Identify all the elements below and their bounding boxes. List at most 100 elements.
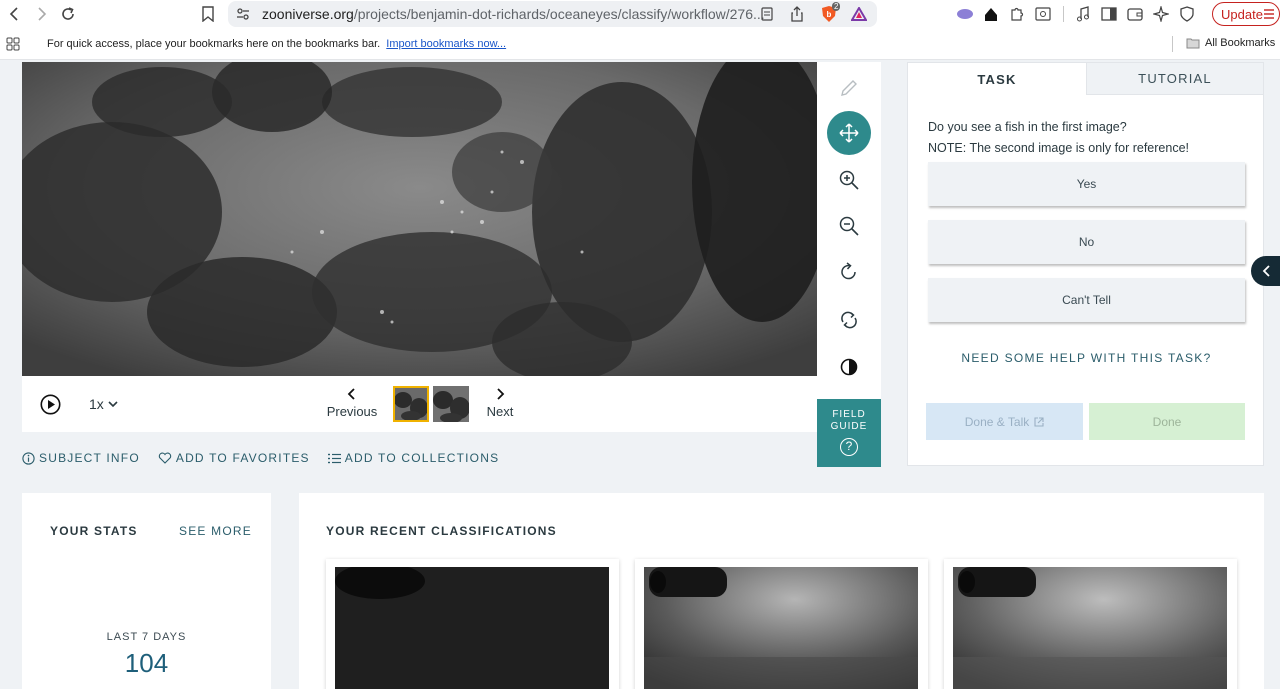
chevron-left-icon	[347, 388, 355, 400]
camera-seafloor-image	[953, 567, 1227, 689]
done-and-talk-button[interactable]: Done & Talk	[926, 403, 1083, 440]
apps-grid-icon[interactable]	[6, 37, 20, 51]
update-button[interactable]: Update	[1212, 2, 1280, 26]
rotate-button[interactable]	[827, 250, 871, 294]
annotate-pencil-button[interactable]	[827, 66, 871, 110]
back-arrow-icon	[9, 7, 18, 21]
external-link-icon	[1034, 416, 1044, 427]
back-button[interactable]	[4, 3, 26, 25]
recent-thumbnail	[953, 567, 1227, 689]
task-question: Do you see a fish in the first image? NO…	[928, 120, 1189, 155]
reader-mode-icon[interactable]	[758, 5, 776, 23]
ai-sparkle-icon[interactable]	[1151, 4, 1171, 24]
dark-seafloor-image	[335, 567, 609, 689]
recent-classification-item[interactable]	[326, 559, 619, 689]
answer-cant-tell-button[interactable]: Can't Tell	[928, 278, 1245, 322]
all-bookmarks-button[interactable]: All Bookmarks	[1172, 36, 1275, 52]
frame-thumbnail-2[interactable]	[433, 386, 469, 422]
extensions-area	[955, 3, 1197, 25]
forward-arrow-icon	[38, 7, 47, 21]
recent-classification-item[interactable]	[944, 559, 1237, 689]
rotate-icon	[841, 262, 856, 280]
address-bar[interactable]: zooniverse.org/projects/benjamin-dot-ric…	[228, 1, 877, 27]
frame-controls: 1x Previous Next	[22, 376, 817, 432]
import-bookmarks-link[interactable]: Import bookmarks now...	[386, 38, 506, 50]
add-to-collections-button[interactable]: ADD TO COLLECTIONS	[327, 451, 500, 465]
recent-title: YOUR RECENT CLASSIFICATIONS	[326, 524, 557, 538]
toolbar-divider	[1059, 4, 1067, 24]
recent-thumbnail	[644, 567, 918, 689]
camera-seafloor-image	[644, 567, 918, 689]
bookmarks-hint: For quick access, place your bookmarks h…	[47, 38, 507, 50]
sidebar-toggle-icon[interactable]	[1099, 4, 1119, 24]
contrast-icon	[840, 358, 858, 376]
subject-actions: SUBJECT INFO ADD TO FAVORITES ADD TO COL…	[22, 451, 499, 465]
move-arrows-icon	[839, 123, 859, 143]
folder-icon	[1186, 38, 1200, 49]
bookmark-icon	[202, 6, 214, 22]
zoom-in-button[interactable]	[827, 158, 871, 202]
screenshot-icon[interactable]	[1033, 4, 1053, 24]
forward-button[interactable]	[30, 3, 52, 25]
tab-task[interactable]: TASK	[908, 63, 1086, 95]
seafloor-photo	[22, 62, 817, 376]
next-frame-button[interactable]: Next	[480, 388, 520, 419]
add-to-favorites-button[interactable]: ADD TO FAVORITES	[158, 451, 310, 465]
answer-yes-button[interactable]: Yes	[928, 162, 1245, 206]
thumbnail-seafloor-image	[433, 386, 469, 422]
info-icon	[22, 451, 35, 465]
previous-frame-button[interactable]: Previous	[326, 388, 378, 419]
pencil-icon	[841, 80, 857, 96]
field-guide-button[interactable]: FIELD GUIDE ?	[817, 399, 881, 467]
wallet-icon[interactable]	[1125, 4, 1145, 24]
list-icon	[327, 453, 341, 463]
share-icon[interactable]	[788, 5, 806, 23]
subject-image[interactable]	[22, 62, 817, 376]
done-button[interactable]: Done	[1089, 403, 1245, 440]
leo-ai-icon[interactable]	[955, 4, 975, 24]
reload-button[interactable]	[57, 3, 79, 25]
brave-count-badge: 2	[832, 2, 841, 11]
help-question-icon: ?	[840, 438, 858, 456]
play-icon[interactable]	[40, 394, 61, 415]
extension-house-icon[interactable]	[981, 4, 1001, 24]
site-settings-icon[interactable]	[235, 6, 251, 22]
collapse-sidebar-button[interactable]	[1251, 256, 1280, 286]
reload-icon	[62, 7, 74, 20]
chevron-right-icon	[497, 388, 505, 400]
task-panel: TASK TUTORIAL Do you see a fish in the f…	[907, 62, 1264, 466]
image-toolbar	[817, 62, 881, 399]
answer-no-button[interactable]: No	[928, 220, 1245, 264]
reset-button[interactable]	[827, 298, 871, 342]
task-help-link[interactable]: NEED SOME HELP WITH THIS TASK?	[928, 351, 1245, 365]
svg-text:b: b	[827, 10, 832, 19]
zoom-out-button[interactable]	[827, 204, 871, 248]
chevron-down-icon	[108, 401, 118, 408]
playback-speed-select[interactable]: 1x	[89, 396, 118, 412]
stats-title: YOUR STATS	[50, 524, 138, 538]
reset-cycle-icon	[841, 311, 857, 329]
brave-rewards-icon[interactable]	[850, 5, 868, 23]
subject-info-button[interactable]: SUBJECT INFO	[22, 451, 140, 465]
browser-toolbar: zooniverse.org/projects/benjamin-dot-ric…	[0, 0, 1280, 29]
zoom-out-icon	[839, 216, 859, 236]
thumbnail-seafloor-image	[395, 388, 427, 420]
extensions-puzzle-icon[interactable]	[1007, 4, 1027, 24]
invert-button[interactable]	[827, 345, 871, 389]
heart-icon	[158, 452, 172, 464]
vpn-shield-icon[interactable]	[1177, 4, 1197, 24]
see-more-link[interactable]: SEE MORE	[179, 524, 252, 538]
stats-period-label: LAST 7 DAYS	[106, 631, 187, 643]
brave-shields-icon[interactable]: b 2	[820, 2, 841, 23]
recent-classification-item[interactable]	[635, 559, 928, 689]
url-text[interactable]: zooniverse.org/projects/benjamin-dot-ric…	[262, 6, 765, 22]
bookmark-page-button[interactable]	[197, 3, 219, 25]
tab-tutorial[interactable]: TUTORIAL	[1086, 63, 1263, 95]
task-tabs: TASK TUTORIAL	[908, 63, 1263, 95]
stats-count: 104	[124, 648, 169, 678]
media-music-icon[interactable]	[1073, 4, 1093, 24]
menu-hamburger-icon	[1264, 9, 1274, 19]
frame-thumbnail-1[interactable]	[393, 386, 429, 422]
bookmarks-divider	[1172, 36, 1173, 52]
move-button[interactable]	[827, 111, 871, 155]
